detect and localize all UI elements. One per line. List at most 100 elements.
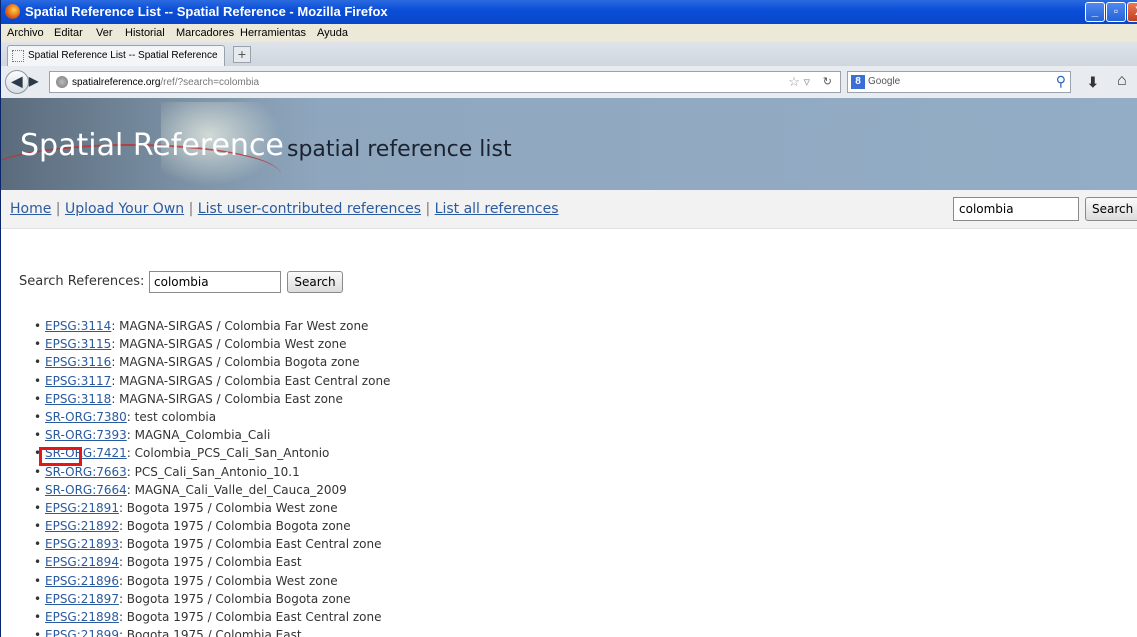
all-references-link[interactable]: List all references — [435, 201, 559, 217]
tab-title: Spatial Reference List -- Spatial Refere… — [28, 50, 218, 61]
result-name: : Bogota 1975 / Colombia West zone — [118, 573, 338, 588]
menu-marcadores[interactable]: Marcadores — [176, 27, 234, 39]
menu-ver[interactable]: Ver — [96, 27, 113, 39]
result-code-link[interactable]: EPSG:21892 — [45, 519, 119, 533]
result-name: : MAGNA_Colombia_Cali — [126, 428, 271, 443]
site-name: Spatial Reference — [20, 128, 284, 163]
tab-spatial-reference[interactable]: Spatial Reference List -- Spatial Refere… — [7, 45, 225, 66]
search-icon[interactable]: ⚲ — [1056, 73, 1066, 90]
bookmark-star-icon[interactable]: ☆ ▿ — [788, 74, 810, 90]
window-title: Spatial Reference List -- Spatial Refere… — [25, 4, 388, 19]
list-item: SR-ORG:7421: Colombia_PCS_Cali_San_Anton… — [34, 444, 390, 462]
result-code-link[interactable]: EPSG:3116 — [45, 355, 111, 369]
result-name: : MAGNA-SIRGAS / Colombia Bogota zone — [111, 355, 360, 370]
header-search-button[interactable]: Search — [1085, 197, 1137, 221]
list-item: EPSG:21898: Bogota 1975 / Colombia East … — [34, 608, 390, 626]
list-item: EPSG:3114: MAGNA-SIRGAS / Colombia Far W… — [34, 317, 390, 335]
page-favicon-icon — [12, 50, 24, 62]
result-code-link[interactable]: EPSG:21893 — [45, 537, 119, 551]
list-item: EPSG:21896: Bogota 1975 / Colombia West … — [34, 572, 390, 590]
result-code-link[interactable]: EPSG:21896 — [45, 574, 119, 588]
result-name: : Bogota 1975 / Colombia East Central zo… — [118, 537, 382, 552]
download-icon[interactable]: ⬇ — [1087, 74, 1099, 91]
list-item: EPSG:21899: Bogota 1975 / Colombia East — [34, 626, 390, 637]
close-button[interactable]: X — [1127, 2, 1137, 22]
result-name: : MAGNA-SIRGAS / Colombia East Central z… — [111, 373, 391, 388]
result-name: : Colombia_PCS_Cali_San_Antonio — [126, 446, 330, 461]
search-button[interactable]: Search — [287, 271, 343, 293]
result-name: : MAGNA-SIRGAS / Colombia East zone — [111, 391, 343, 406]
result-code-link[interactable]: SR-ORG:7664 — [45, 483, 127, 497]
link-separator: | — [184, 201, 198, 217]
tab-strip: Spatial Reference List -- Spatial Refere… — [1, 42, 1137, 67]
list-item: EPSG:3117: MAGNA-SIRGAS / Colombia East … — [34, 372, 391, 390]
nav-bar: ◀ ▶ spatialreference.org/ref/?search=col… — [1, 66, 1137, 99]
back-arrow-icon[interactable]: ◀ — [5, 70, 29, 94]
result-code-link[interactable]: SR-ORG:7393 — [45, 428, 127, 442]
search-label: Search References: — [19, 274, 145, 289]
minimize-button[interactable]: _ — [1085, 2, 1105, 22]
url-host: spatialreference.org — [72, 77, 161, 88]
result-name: : MAGNA-SIRGAS / Colombia West zone — [111, 337, 347, 352]
result-name: : Bogota 1975 / Colombia Bogota zone — [118, 591, 351, 606]
result-code-link[interactable]: SR-ORG:7380 — [45, 410, 127, 424]
list-item: EPSG:3118: MAGNA-SIRGAS / Colombia East … — [34, 390, 390, 408]
header-search-input[interactable] — [953, 197, 1079, 221]
list-item: SR-ORG:7664: MAGNA_Cali_Valle_del_Cauca_… — [34, 481, 390, 499]
menu-ayuda[interactable]: Ayuda — [317, 27, 348, 39]
result-code-link[interactable]: SR-ORG:7663 — [45, 465, 127, 479]
result-code-link[interactable]: EPSG:21894 — [45, 555, 119, 569]
result-name: : Bogota 1975 / Colombia East — [118, 555, 302, 570]
browser-window: Spatial Reference List -- Spatial Refere… — [0, 0, 1137, 637]
site-header: Spatial Reference spatial reference list — [1, 98, 1137, 190]
list-item: EPSG:21894: Bogota 1975 / Colombia East — [34, 553, 390, 571]
list-item: EPSG:3115: MAGNA-SIRGAS / Colombia West … — [34, 335, 390, 353]
result-code-link[interactable]: EPSG:3115 — [45, 337, 111, 351]
result-code-link[interactable]: EPSG:21891 — [45, 501, 119, 515]
menu-historial[interactable]: Historial — [125, 27, 165, 39]
nav-links: Home | Upload Your Own | List user-contr… — [10, 201, 559, 217]
menu-archivo[interactable]: Archivo — [7, 27, 44, 39]
home-icon[interactable]: ⌂ — [1117, 72, 1127, 90]
result-name: : Bogota 1975 / Colombia West zone — [118, 500, 338, 515]
list-item: EPSG:21893: Bogota 1975 / Colombia East … — [34, 535, 390, 553]
list-item: EPSG:21892: Bogota 1975 / Colombia Bogot… — [34, 517, 390, 535]
highlight-box — [39, 447, 82, 466]
page-content: Spatial Reference spatial reference list… — [1, 98, 1137, 637]
menu-bar: Archivo Editar Ver Historial Marcadores … — [1, 24, 1137, 42]
title-bar: Spatial Reference List -- Spatial Refere… — [1, 0, 1137, 24]
list-item: EPSG:21897: Bogota 1975 / Colombia Bogot… — [34, 590, 390, 608]
list-item: SR-ORG:7663: PCS_Cali_San_Antonio_10.1 — [34, 463, 390, 481]
result-code-link[interactable]: EPSG:21899 — [45, 628, 119, 637]
site-identity-icon[interactable] — [56, 76, 68, 88]
upload-link[interactable]: Upload Your Own — [65, 201, 184, 217]
browser-search-bar[interactable]: 8 Google ⚲ — [847, 71, 1071, 93]
list-item: EPSG:21891: Bogota 1975 / Colombia West … — [34, 499, 390, 517]
url-path: /ref/?search=colombia — [160, 77, 260, 88]
result-code-link[interactable]: EPSG:3114 — [45, 319, 111, 333]
forward-arrow-icon[interactable]: ▶ — [29, 74, 47, 91]
result-code-link[interactable]: EPSG:3117 — [45, 374, 111, 388]
search-engine-label: Google — [868, 76, 901, 87]
google-icon[interactable]: 8 — [851, 75, 865, 89]
menu-editar[interactable]: Editar — [54, 27, 83, 39]
url-bar[interactable]: spatialreference.org/ref/?search=colombi… — [49, 71, 841, 93]
result-code-link[interactable]: EPSG:21898 — [45, 610, 119, 624]
url-text[interactable]: spatialreference.org/ref/?search=colombi… — [72, 77, 259, 88]
page-subtitle: spatial reference list — [287, 137, 512, 162]
menu-herramientas[interactable]: Herramientas — [240, 27, 306, 39]
home-link[interactable]: Home — [10, 201, 51, 217]
results-list: EPSG:3114: MAGNA-SIRGAS / Colombia Far W… — [34, 317, 391, 637]
user-contributed-link[interactable]: List user-contributed references — [198, 201, 421, 217]
new-tab-button[interactable]: + — [233, 46, 251, 63]
list-item: SR-ORG:7393: MAGNA_Colombia_Cali — [34, 426, 390, 444]
link-bar: Home | Upload Your Own | List user-contr… — [1, 190, 1137, 229]
reload-icon[interactable]: ↻ — [823, 75, 832, 88]
restore-button[interactable]: ▫ — [1106, 2, 1126, 22]
result-code-link[interactable]: EPSG:21897 — [45, 592, 119, 606]
result-name: : Bogota 1975 / Colombia East — [118, 628, 302, 637]
search-input[interactable] — [149, 271, 281, 293]
link-separator: | — [51, 201, 65, 217]
result-code-link[interactable]: EPSG:3118 — [45, 392, 111, 406]
list-item: SR-ORG:7380: test colombia — [34, 408, 390, 426]
